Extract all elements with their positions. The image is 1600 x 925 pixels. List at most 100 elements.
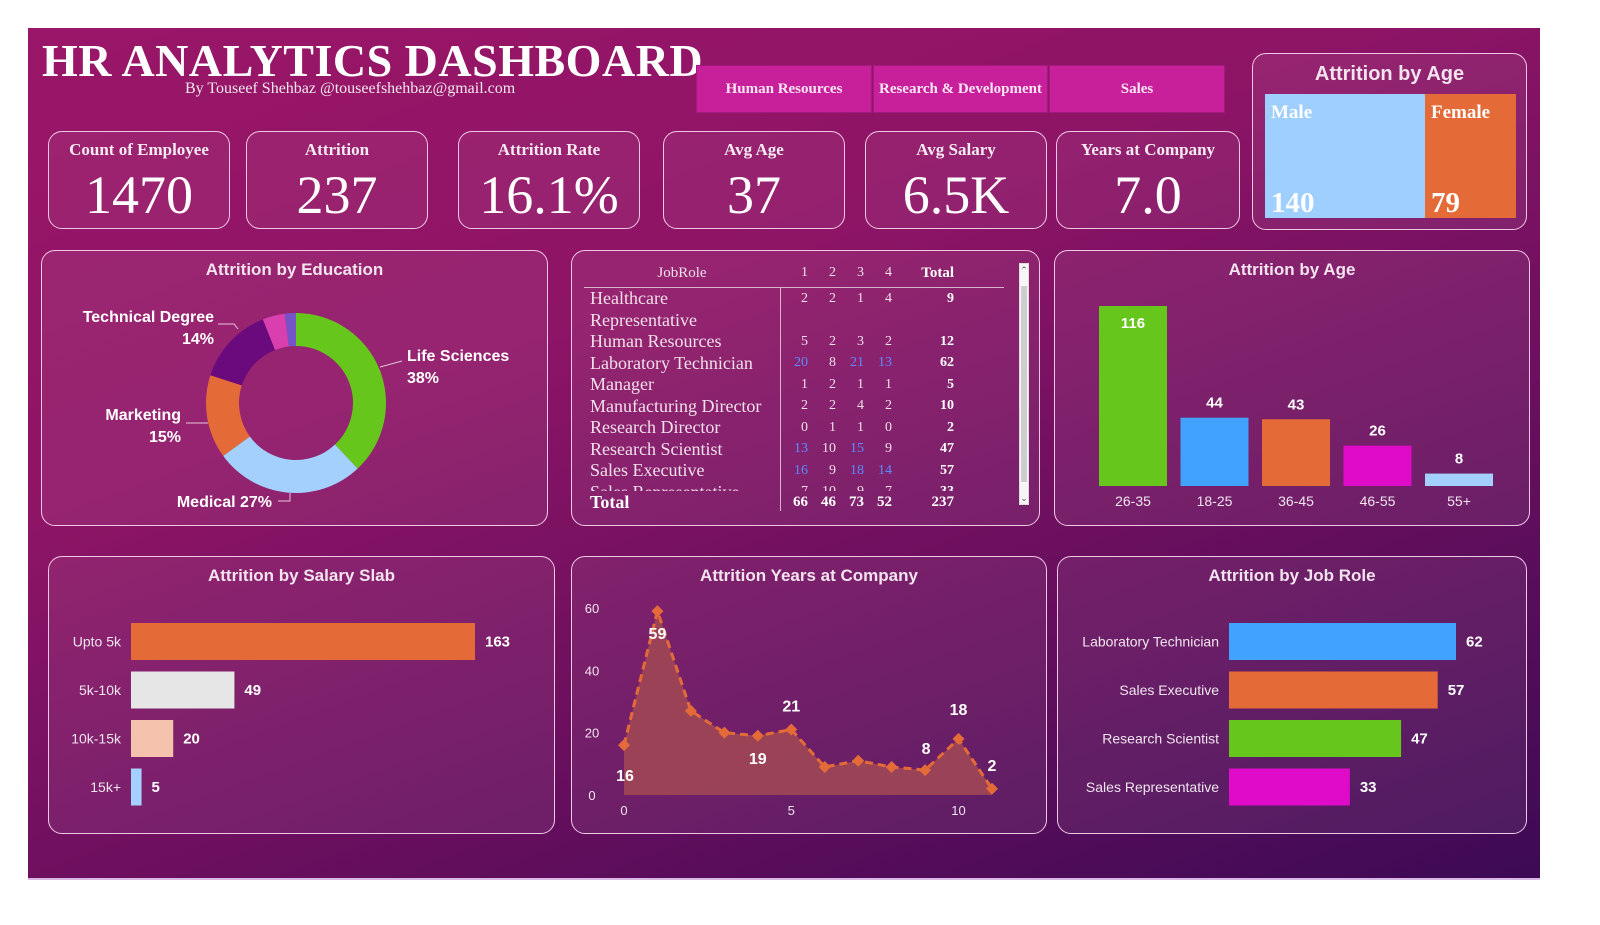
- table-row[interactable]: Research Director 0 1 1 0 2: [584, 417, 1004, 439]
- y-tick-label: 60: [585, 601, 599, 616]
- data-label: 8: [922, 741, 931, 758]
- bar-value-label: 57: [1448, 682, 1465, 699]
- row-cell: 15: [850, 441, 864, 457]
- row-cell: 9: [829, 462, 836, 478]
- gender-attrition-panel: Attrition by Age Male 140 Female 79: [1252, 53, 1527, 230]
- bar: [131, 671, 235, 709]
- row-cell: 5: [801, 333, 808, 349]
- jobrole-matrix: JobRole 1 2 3 4 Total Healthcare 2 2 1 4 9 Rep…: [584, 259, 1004, 513]
- scrollbar-thumb[interactable]: [1021, 286, 1027, 482]
- leader-line: [379, 360, 403, 368]
- bar-value-label: 116: [1121, 315, 1145, 332]
- row-total: 57: [940, 462, 954, 478]
- table-row[interactable]: Healthcare 2 2 1 4 9: [584, 288, 1004, 310]
- row-cell: 9: [836, 484, 864, 491]
- table-scrollbar[interactable]: ⌃ ⌄: [1019, 263, 1029, 505]
- row-total: 47: [940, 441, 954, 457]
- slicer-research-development[interactable]: Research & Development: [873, 65, 1048, 113]
- table-row[interactable]: Research Scientist 13 10 15 9 47: [584, 439, 1004, 461]
- age-bar: [1262, 419, 1330, 486]
- category-label: Sales Representative: [1086, 779, 1219, 795]
- years-area-chart: 0 20 40 60 0 5 10 16 59 19 21 8 18 2: [585, 601, 998, 818]
- panel-title: Attrition by Age: [1314, 63, 1465, 85]
- kpi-value: 7.0: [1114, 165, 1182, 225]
- table-row[interactable]: Laboratory Technician 20 8 21 13 62: [584, 353, 1004, 375]
- table-header: JobRole 1 2 3 4 Total: [584, 259, 1004, 288]
- table-row[interactable]: Human Resources 5 2 3 2 12: [584, 331, 1004, 353]
- row-cell: 2: [885, 398, 892, 414]
- row-total: 9: [947, 290, 954, 306]
- category-label: 10k-15k: [71, 731, 122, 747]
- treemap-tile-male[interactable]: Male 140: [1265, 94, 1425, 219]
- category-label: Sales Executive: [1119, 682, 1219, 698]
- header-4[interactable]: 4: [864, 265, 892, 281]
- slice-label: Life Sciences: [407, 348, 509, 365]
- row-cell: 10: [822, 441, 836, 457]
- bar: [1229, 623, 1456, 660]
- slice-percent: 15%: [149, 429, 181, 446]
- row-cell: 20: [794, 355, 808, 371]
- kpi-avg-age: Avg Age 37: [663, 131, 845, 229]
- row-cell: 1: [857, 419, 864, 435]
- row-cell: 1: [829, 419, 836, 435]
- jobrole-matrix-panel: JobRole 1 2 3 4 Total Healthcare 2 2 1 4 9 Rep…: [571, 250, 1040, 526]
- age-bar-chart: 116 26-35 44 18-25 43 36-45 26 46-55 8 55+: [1099, 306, 1493, 509]
- row-cell: 9: [885, 441, 892, 457]
- row-cell: 4: [885, 290, 892, 306]
- data-label: 16: [616, 768, 634, 785]
- slicer-sales[interactable]: Sales: [1049, 65, 1225, 113]
- data-label: 18: [950, 702, 968, 719]
- bar: [131, 720, 174, 757]
- header-1[interactable]: 1: [780, 265, 808, 281]
- row-jobrole: Healthcare: [590, 288, 668, 309]
- jobrole-chart-panel: Attrition by Job Role 62 Laboratory Techn…: [1057, 556, 1527, 834]
- row-jobrole: Sales Representative: [584, 482, 780, 491]
- row-cell: 13: [878, 355, 892, 371]
- bar-value-label: 62: [1466, 634, 1483, 651]
- header-total[interactable]: Total: [892, 265, 954, 282]
- bar: [131, 768, 142, 806]
- header-3[interactable]: 3: [836, 265, 864, 281]
- row-cell: 1: [885, 376, 892, 392]
- table-row[interactable]: Sales Executive 16 9 18 14 57: [584, 460, 1004, 482]
- tile-label: Female: [1431, 102, 1491, 123]
- row-cell: 1: [857, 290, 864, 306]
- bar-value-label: 163: [485, 634, 510, 651]
- total-cell: 73: [849, 493, 864, 510]
- donut-slice: [296, 313, 387, 469]
- slicer-human-resources[interactable]: Human Resources: [696, 65, 872, 113]
- kpi-attrition-rate: Attrition Rate 16.1%: [458, 131, 640, 229]
- x-tick-label: 26-35: [1115, 493, 1151, 509]
- bar-value-label: 33: [1360, 779, 1377, 796]
- row-cell: 2: [801, 290, 808, 306]
- table-row[interactable]: Manager 1 2 1 1 5: [584, 374, 1004, 396]
- category-label: Research Scientist: [1102, 731, 1219, 747]
- total-cell: 66: [793, 493, 808, 510]
- tile-label: Male: [1271, 102, 1313, 123]
- header-2[interactable]: 2: [808, 265, 836, 281]
- kpi-label: Attrition Rate: [497, 140, 601, 159]
- slice-label: Technical Degree: [83, 309, 214, 326]
- x-tick-label: 46-55: [1360, 493, 1396, 509]
- row-cell: 7: [864, 484, 892, 491]
- row-cell: 3: [857, 333, 864, 349]
- table-row[interactable]: Sales Representative7109733: [584, 482, 1004, 491]
- author-subtitle: By Touseef Shehbaz @touseefshehbaz@gmail…: [185, 80, 516, 97]
- leader-line: [218, 323, 239, 330]
- row-cell: 0: [801, 419, 808, 435]
- category-label: Upto 5k: [73, 634, 122, 650]
- kpi-value: 237: [296, 165, 378, 225]
- row-jobrole: Manager: [590, 374, 654, 395]
- scroll-up-icon[interactable]: ⌃: [1020, 265, 1028, 275]
- table-row[interactable]: Manufacturing Director 2 2 4 2 10: [584, 396, 1004, 418]
- kpi-label: Avg Salary: [916, 140, 996, 159]
- salary-bar-chart: 163 Upto 5k 49 5k-10k 20 10k-15k 5 15k+: [71, 623, 510, 806]
- row-jobrole: Manufacturing Director: [590, 395, 762, 416]
- header-jobrole[interactable]: JobRole: [584, 265, 780, 282]
- treemap-tile-female[interactable]: Female 79: [1425, 94, 1516, 219]
- slice-percent: 14%: [182, 331, 214, 348]
- bar-value-label: 44: [1206, 395, 1223, 412]
- scroll-down-icon[interactable]: ⌄: [1020, 493, 1028, 503]
- bar: [1229, 671, 1438, 709]
- x-tick-label: 0: [620, 803, 627, 818]
